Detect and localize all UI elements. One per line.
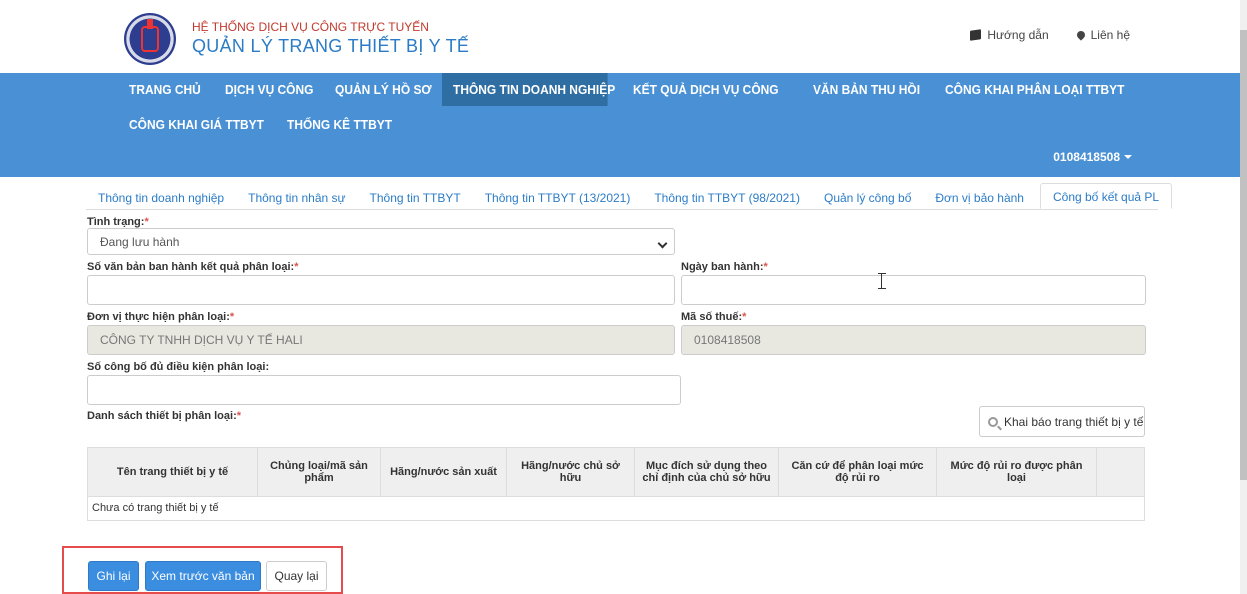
device-list-label: Danh sách thiết bị phân loại:* — [87, 410, 242, 422]
col-risk-basis: Căn cứ để phân loại mức độ rủi ro — [779, 448, 937, 496]
contact-link[interactable]: Liên hệ — [1074, 28, 1130, 42]
map-pin-icon — [1074, 29, 1087, 41]
main-nav: TRANG CHỦ DỊCH VỤ CÔNG QUẢN LÝ HỒ SƠ THÔ… — [0, 73, 1240, 177]
nav-row-1: TRANG CHỦ DỊCH VỤ CÔNG QUẢN LÝ HỒ SƠ THÔ… — [118, 73, 1130, 106]
nav-item-business-info[interactable]: THÔNG TIN DOANH NGHIỆP — [442, 73, 615, 106]
issue-date-label: Ngày ban hành:* — [681, 261, 768, 273]
search-icon — [988, 416, 998, 427]
org-field: CÔNG TY TNHH DỊCH VỤ Y TẾ HALI — [87, 325, 675, 355]
caret-down-icon — [1124, 155, 1132, 159]
eligibility-label: Số công bố đủ điều kiện phân loại: — [87, 361, 270, 373]
org-label: Đơn vị thực hiện phân loại:* — [87, 311, 235, 323]
save-button[interactable]: Ghi lại — [88, 561, 139, 591]
contact-link-label: Liên hệ — [1090, 28, 1130, 42]
tab-ttbyt-13-2021[interactable]: Thông tin TTBYT (13/2021) — [473, 183, 643, 209]
declare-device-button[interactable]: Khai báo trang thiết bị y tế — [979, 406, 1145, 437]
page-scrollbar[interactable] — [1240, 0, 1247, 594]
table-header: Tên trang thiết bị y tế Chủng loại/mã sả… — [88, 448, 1144, 496]
brand-subtitle: HỆ THỐNG DỊCH VỤ CÔNG TRỰC TUYẾN — [192, 20, 429, 34]
nav-item-revoked-docs[interactable]: VĂN BẢN THU HỒI — [802, 73, 923, 106]
user-tax-id: 0108418508 — [1053, 150, 1120, 164]
doc-number-label: Số văn bản ban hành kết quả phân loại:* — [87, 261, 299, 273]
col-manufacturer: Hãng/nước sản xuất — [381, 448, 507, 496]
book-icon — [970, 29, 982, 41]
text-cursor-icon — [878, 273, 889, 289]
declare-device-label: Khai báo trang thiết bị y tế — [1004, 414, 1144, 429]
status-selected-value: Đang lưu hành — [100, 235, 180, 249]
preview-button[interactable]: Xem trước văn bản — [145, 561, 261, 591]
brand-title[interactable]: QUẢN LÝ TRANG THIẾT BỊ Y TẾ — [192, 36, 469, 57]
back-button[interactable]: Quay lại — [266, 561, 327, 591]
col-risk-level: Mức độ rủi ro được phân loại — [937, 448, 1097, 496]
nav-item-records[interactable]: QUẢN LÝ HỒ SƠ — [324, 73, 433, 106]
tab-ttbyt-98-2021[interactable]: Thông tin TTBYT (98/2021) — [642, 183, 812, 209]
scrollbar-thumb[interactable] — [1240, 30, 1247, 480]
tax-field: 0108418508 — [681, 325, 1146, 355]
eligibility-input[interactable] — [87, 375, 681, 405]
tax-label: Mã số thuế:* — [681, 311, 747, 323]
guide-link-label: Hướng dẫn — [987, 28, 1049, 42]
tab-business-info[interactable]: Thông tin doanh nghiệp — [86, 183, 236, 209]
col-purpose: Mục đích sử dụng theo chỉ định của chủ s… — [635, 448, 779, 496]
col-owner: Hãng/nước chủ sở hữu — [507, 448, 635, 496]
tab-warranty[interactable]: Đơn vị bảo hành — [923, 183, 1036, 209]
table-empty-row: Chưa có trang thiết bị y tế — [88, 496, 1144, 520]
tab-ttbyt[interactable]: Thông tin TTBYT — [358, 183, 473, 209]
user-menu[interactable]: 0108418508 — [1053, 150, 1132, 164]
col-model: Chủng loại/mã sản phẩm — [258, 448, 381, 496]
nav-item-service-results[interactable]: KẾT QUẢ DỊCH VỤ CÔNG — [622, 73, 788, 106]
nav-item-statistics[interactable]: THỐNG KÊ TTBYT — [276, 108, 392, 141]
nav-item-home[interactable]: TRANG CHỦ — [118, 73, 206, 106]
nav-item-price-public[interactable]: CÔNG KHAI GIÁ TTBYT — [118, 108, 264, 141]
nav-item-public-services[interactable]: DỊCH VỤ CÔNG — [214, 73, 315, 106]
doc-number-input[interactable] — [87, 275, 675, 305]
nav-row-2: CÔNG KHAI GIÁ TTBYT THỐNG KÊ TTBYT — [118, 108, 396, 141]
tab-announcements[interactable]: Quản lý công bố — [812, 183, 923, 209]
status-select[interactable]: Đang lưu hành — [87, 228, 675, 255]
issue-date-input[interactable] — [681, 275, 1146, 305]
nav-item-classification-public[interactable]: CÔNG KHAI PHÂN LOẠI TTBYT — [934, 73, 1124, 106]
top-links: Hướng dẫn Liên hệ — [970, 28, 1130, 42]
status-label: Tình trạng:* — [87, 216, 149, 228]
device-table: Tên trang thiết bị y tế Chủng loại/mã sả… — [87, 447, 1145, 521]
tab-personnel[interactable]: Thông tin nhân sự — [236, 183, 357, 209]
col-actions — [1097, 448, 1144, 496]
guide-link[interactable]: Hướng dẫn — [970, 28, 1049, 42]
chevron-down-icon — [657, 238, 668, 249]
tab-classification-results[interactable]: Công bố kết quả PL — [1039, 183, 1173, 209]
ministry-logo — [124, 13, 176, 65]
section-tabs: Thông tin doanh nghiệp Thông tin nhân sự… — [86, 183, 1173, 210]
col-device-name: Tên trang thiết bị y tế — [88, 448, 258, 496]
site-header: HỆ THỐNG DỊCH VỤ CÔNG TRỰC TUYẾN QUẢN LÝ… — [0, 0, 1240, 73]
